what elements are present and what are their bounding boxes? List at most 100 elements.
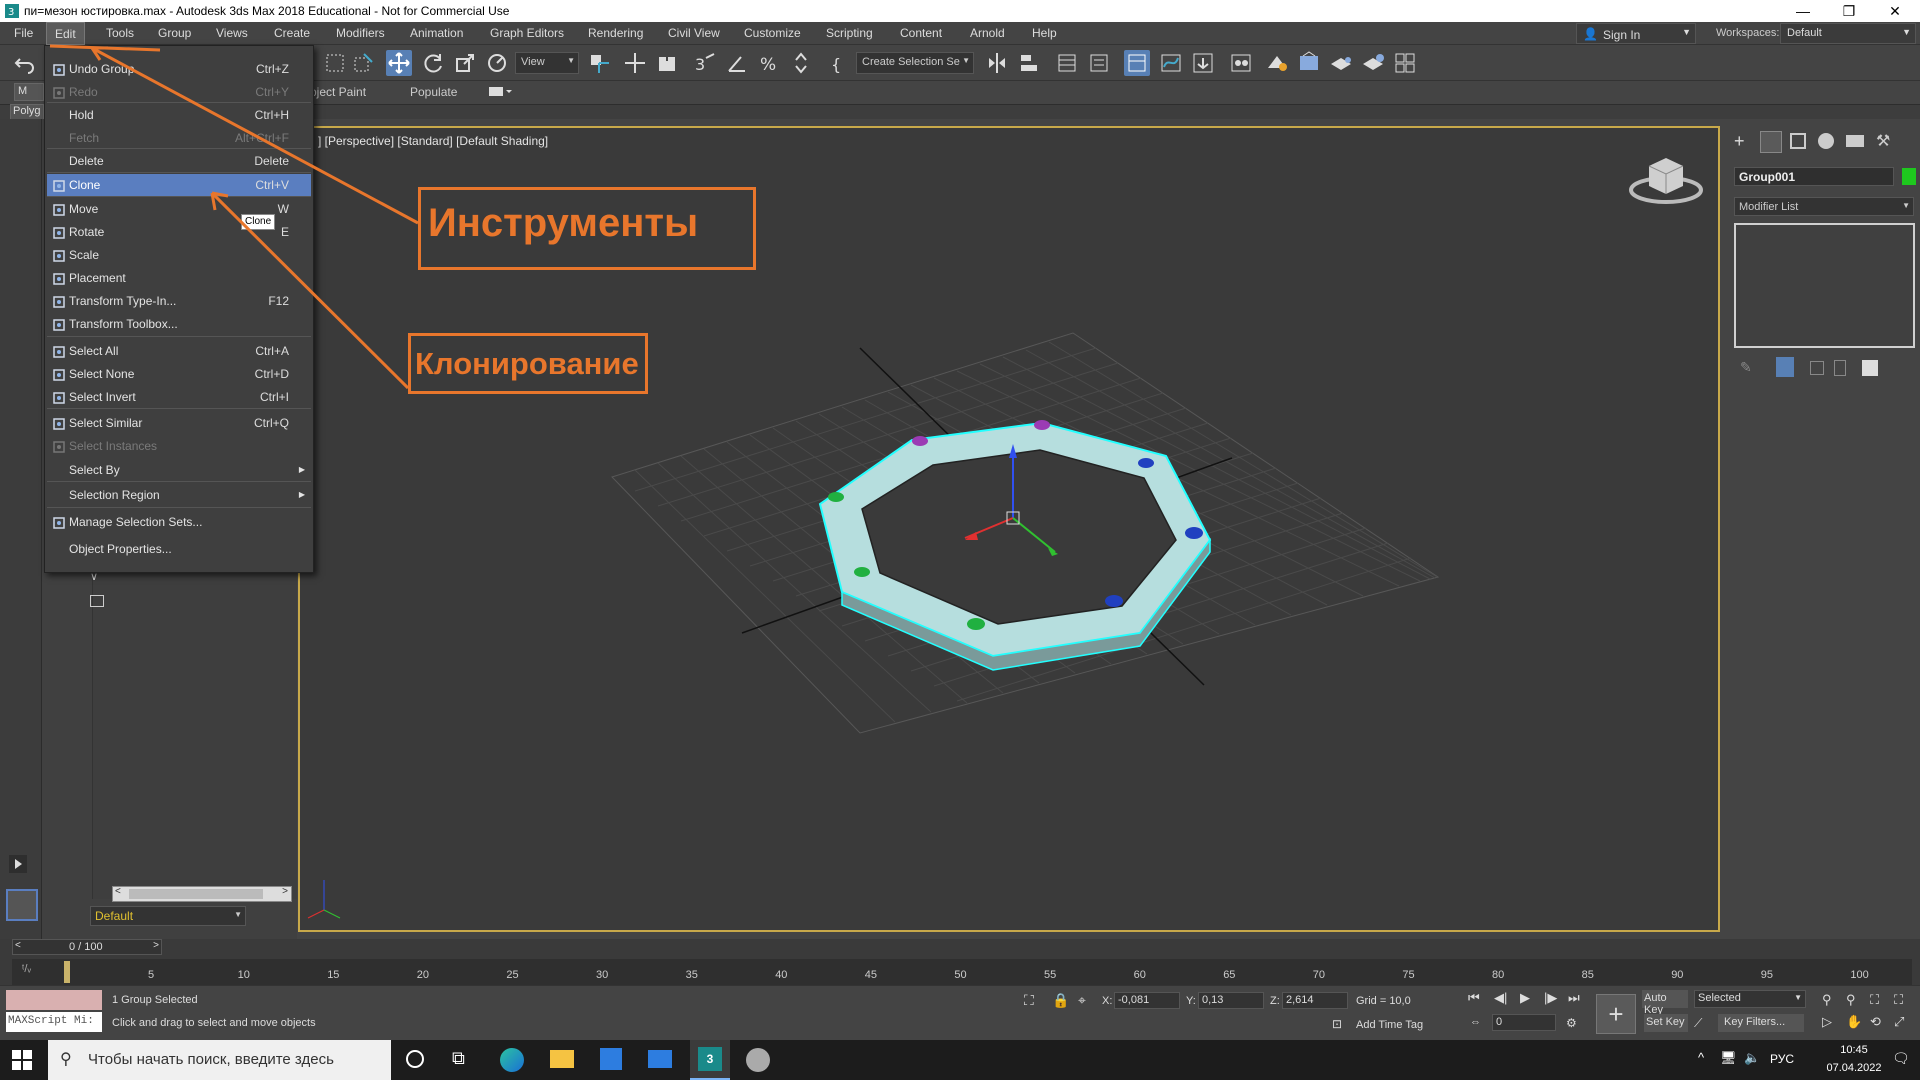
store-icon[interactable] [600,1048,622,1070]
pin-stack-icon[interactable]: ✎ [1740,359,1752,376]
render-in-cloud-icon[interactable] [1360,50,1386,76]
rendered-frame-window-icon[interactable] [1296,50,1322,76]
menu-item-select-all[interactable]: Select All Ctrl+A [47,340,311,362]
menu-content[interactable]: Content [892,22,950,45]
minimize-button[interactable]: — [1780,0,1826,22]
pan-icon[interactable]: ✋ [1846,1014,1862,1030]
menu-item-fetch[interactable]: Fetch Alt+Ctrl+F [47,127,311,149]
zoom-extents-icon[interactable]: ⛶ [1870,992,1879,1008]
go-to-start-icon[interactable]: ⏮ [1468,990,1480,1006]
edge-icon[interactable] [500,1048,524,1072]
prev-key-icon[interactable]: ◀| [1494,990,1507,1006]
utilities-tab-icon[interactable]: ⚒ [1876,131,1890,151]
menu-arnold[interactable]: Arnold [962,22,1013,45]
select-region-icon[interactable] [322,50,348,76]
edit-named-selection-icon[interactable]: { [826,50,852,76]
menu-item-redo[interactable]: Redo Ctrl+Y [47,81,311,103]
menu-item-manage-selection-sets[interactable]: Manage Selection Sets... [47,511,311,533]
current-frame-field[interactable]: 0 [1492,1014,1556,1031]
zoom-extents-all-icon[interactable]: ⛶ [1894,992,1903,1008]
maximize-viewport-icon[interactable]: ⤢ [1894,1014,1904,1030]
named-selection-set-dropdown[interactable]: Create Selection Se ▼ [856,52,974,74]
make-unique-icon[interactable] [1810,361,1824,375]
set-key-button[interactable]: Set Key [1644,1014,1688,1032]
show-end-result-icon[interactable] [1776,357,1794,377]
ribbon-polygon-modeling-label[interactable]: Polyg [10,104,44,120]
menu-item-select-none[interactable]: Select None Ctrl+D [47,363,311,385]
menu-animation[interactable]: Animation [402,22,471,45]
undo-icon[interactable] [12,50,38,76]
play-icon[interactable]: ▶ [1520,990,1530,1006]
menu-civil-view[interactable]: Civil View [660,22,728,45]
paint-app-icon[interactable] [746,1048,770,1072]
snaps-toggle-icon[interactable]: 3 [692,50,718,76]
ribbon-options-icon[interactable] [488,85,512,99]
window-crossing-icon[interactable] [350,50,376,76]
next-frame-icon[interactable]: > [153,940,159,951]
menu-item-select-instances[interactable]: Select Instances [47,435,311,457]
manipulate-icon[interactable] [622,50,648,76]
windows-start-icon[interactable] [12,1050,32,1070]
time-tag-icon[interactable]: ⊡ [1332,1017,1342,1031]
volume-icon[interactable]: 🔈 [1744,1050,1760,1066]
absolute-mode-icon[interactable]: ⌖ [1078,992,1086,1009]
horizontal-scrollbar[interactable]: < > [112,886,292,902]
menu-item-clone[interactable]: Clone Ctrl+V [47,174,311,196]
restore-button[interactable]: ❐ [1826,0,1872,22]
ribbon-tab-object-paint[interactable]: bject Paint [310,85,366,99]
viewport-layout-icon[interactable] [6,889,38,921]
menu-modifiers[interactable]: Modifiers [328,22,393,45]
display-tab-icon[interactable] [1846,135,1864,147]
menu-edit[interactable]: Edit [46,22,85,45]
mail-icon[interactable] [648,1050,672,1068]
3dsmax-taskbar-button[interactable]: 3 [690,1040,730,1080]
keyboard-shortcut-override-icon[interactable] [654,50,680,76]
menu-views[interactable]: Views [208,22,256,45]
menu-file[interactable]: File [6,22,41,45]
layer-explorer-icon[interactable] [1054,50,1080,76]
ribbon-tab-populate[interactable]: Populate [410,85,457,99]
y-coordinate-field[interactable]: 0,13 [1198,992,1264,1009]
clock-time[interactable]: 10:45 [1824,1044,1884,1056]
x-coordinate-field[interactable]: -0,081 [1114,992,1180,1009]
scrollbar-thumb[interactable] [129,889,263,899]
curve-editor-mini-icon[interactable]: ᵗ/ᵥ [22,963,31,975]
lock-icon[interactable]: 🔒 [1052,992,1069,1009]
hierarchy-tab-icon[interactable] [1790,133,1806,149]
file-explorer-icon[interactable] [550,1050,574,1068]
sign-in-dropdown[interactable]: 👤 Sign In ▼ [1576,23,1696,44]
modify-tab-icon[interactable] [1760,131,1782,153]
placement-icon[interactable] [484,50,510,76]
task-view-icon[interactable]: ⧉ [452,1048,465,1069]
menu-graph-editors[interactable]: Graph Editors [482,22,572,45]
percent-snap-icon[interactable]: % [756,50,782,76]
key-set-dropdown[interactable]: Selected ▼ [1694,990,1806,1008]
add-time-tag[interactable]: Add Time Tag [1356,1019,1423,1031]
language-indicator[interactable]: РУС [1770,1052,1794,1066]
menu-item-undo-group[interactable]: Undo Group Ctrl+Z [47,58,311,80]
menu-item-placement[interactable]: Placement [47,267,311,289]
menu-item-hold[interactable]: Hold Ctrl+H [47,104,311,126]
menu-rendering[interactable]: Rendering [580,22,651,45]
tray-chevron-icon[interactable]: ^ [1698,1050,1704,1065]
select-scale-icon[interactable] [452,50,478,76]
menu-scripting[interactable]: Scripting [818,22,881,45]
menu-item-delete[interactable]: Delete Delete [47,150,311,172]
menu-item-transform-type-in[interactable]: Transform Type-In... F12 [47,290,311,312]
align-icon[interactable] [1016,50,1042,76]
ribbon-toggle-icon[interactable] [1124,50,1150,76]
expand-arrow-icon[interactable] [9,855,27,873]
select-rotate-icon[interactable] [420,50,446,76]
default-tangents-icon[interactable]: ⟋ [1694,1016,1702,1031]
render-setup-icon[interactable] [1264,50,1290,76]
key-filters-button[interactable]: Key Filters... [1718,1014,1804,1032]
notifications-icon[interactable]: 🗨 [1892,1050,1910,1067]
isolate-selection-icon[interactable]: ⛶ [1024,992,1034,1009]
orbit-icon[interactable]: ⟲ [1870,1014,1881,1030]
field-of-view-icon[interactable]: ▷ [1822,1014,1832,1030]
pivot-center-icon[interactable] [586,50,612,76]
create-tab-icon[interactable]: + [1734,131,1745,152]
menu-create[interactable]: Create [266,22,318,45]
schematic-view-icon[interactable] [1190,50,1216,76]
close-button[interactable]: ✕ [1872,0,1918,22]
